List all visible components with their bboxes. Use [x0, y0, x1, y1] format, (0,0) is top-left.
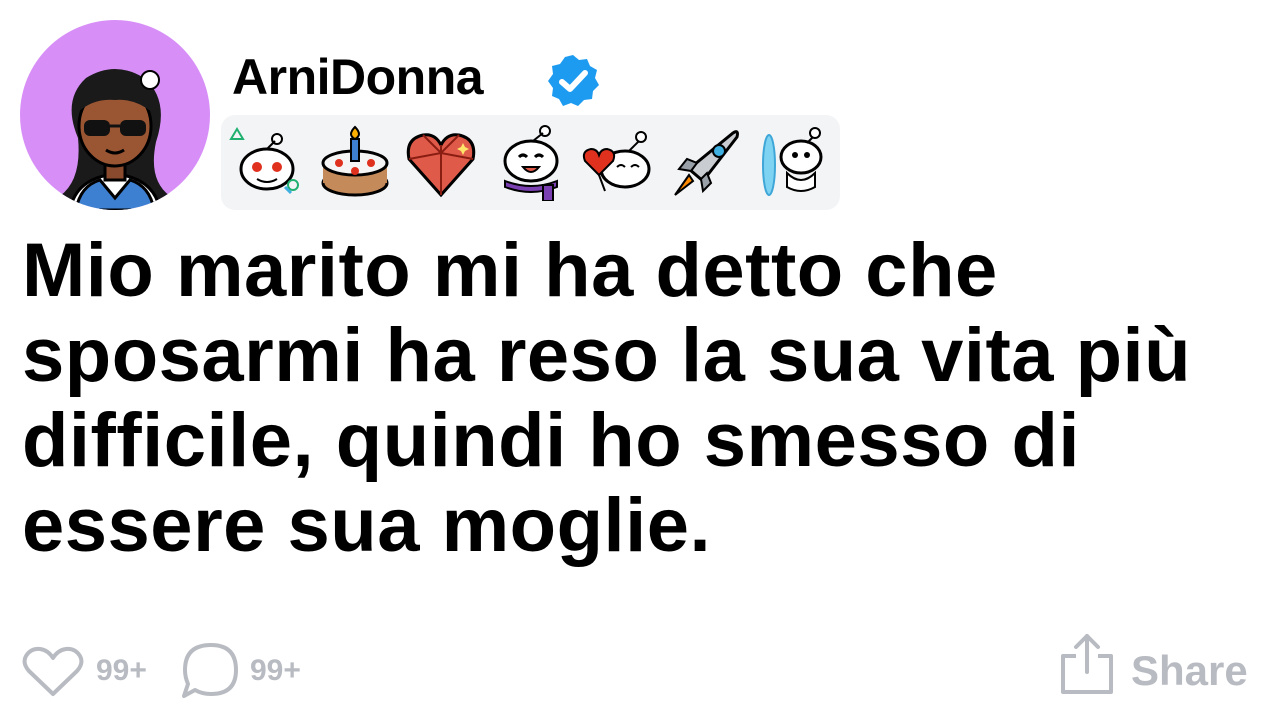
awards-bar: [221, 115, 840, 210]
share-button[interactable]: Share: [1131, 646, 1248, 696]
comment-bubble-icon[interactable]: [180, 640, 242, 702]
snoo-heart-balloon-award-icon[interactable]: [579, 125, 655, 201]
like-count: 99+: [96, 654, 147, 687]
crystal-heart-award-icon[interactable]: [403, 125, 479, 201]
avatar[interactable]: [20, 20, 210, 210]
avatar-icon: [60, 69, 170, 210]
username[interactable]: ArniDonna: [232, 46, 484, 108]
snoo-portal-award-icon[interactable]: [755, 125, 831, 201]
snoo-scarf-tongue-award-icon[interactable]: [493, 125, 569, 201]
heart-icon[interactable]: [22, 646, 84, 698]
comment-count: 99+: [250, 654, 301, 687]
snoo-triangle-circle-award-icon[interactable]: [229, 125, 305, 201]
birthday-cake-award-icon[interactable]: [317, 125, 393, 201]
share-icon[interactable]: [1058, 632, 1116, 696]
post-title: Mio marito mi ha detto che sposarmi ha r…: [22, 228, 1192, 568]
verified-badge-icon: [548, 55, 599, 106]
rocket-award-icon[interactable]: [667, 125, 743, 201]
